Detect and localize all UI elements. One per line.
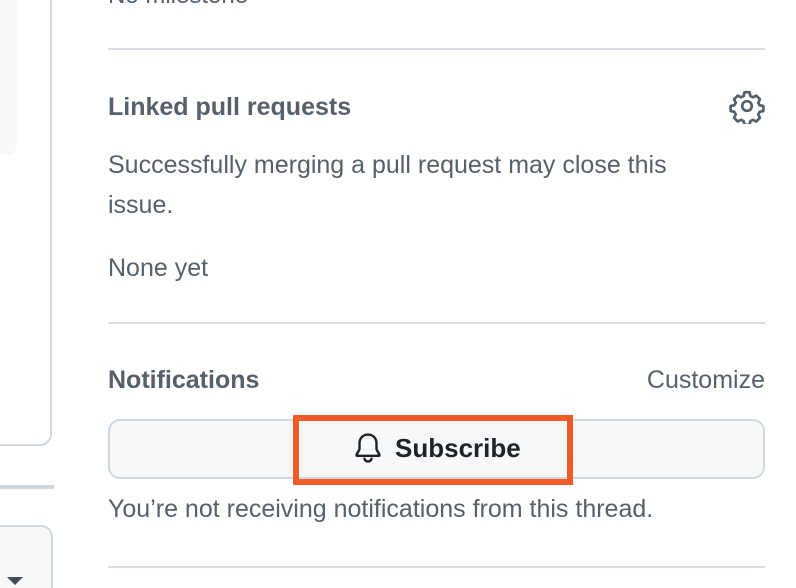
issue-page: No milestone Linked pull requests Succes… <box>0 0 796 588</box>
timeline-divider <box>0 485 54 489</box>
description-line-2: issue. <box>108 191 174 219</box>
subscribe-button-content: Subscribe <box>351 430 521 466</box>
bell-icon <box>355 433 381 463</box>
comment-card-edge <box>0 0 52 446</box>
description-line-1: Successfully merging a pull request may … <box>108 151 667 179</box>
sidebar-divider <box>108 322 765 324</box>
milestone-value: No milestone <box>108 0 248 10</box>
linked-pull-requests-description: Successfully merging a pull request may … <box>108 145 667 225</box>
subscribe-label: Subscribe <box>395 432 521 463</box>
linked-pull-requests-heading: Linked pull requests <box>108 93 352 121</box>
linked-pull-requests-status: None yet <box>108 254 209 282</box>
notifications-heading: Notifications <box>108 366 260 394</box>
subscribe-button[interactable]: Subscribe <box>108 419 765 479</box>
sidebar-divider <box>108 48 765 50</box>
notification-status-text: You’re not receiving notifications from … <box>108 495 654 523</box>
gear-icon[interactable] <box>729 88 765 124</box>
sidebar-divider <box>108 566 765 568</box>
customize-link[interactable]: Customize <box>647 366 765 395</box>
caret-down-icon[interactable] <box>7 577 23 585</box>
